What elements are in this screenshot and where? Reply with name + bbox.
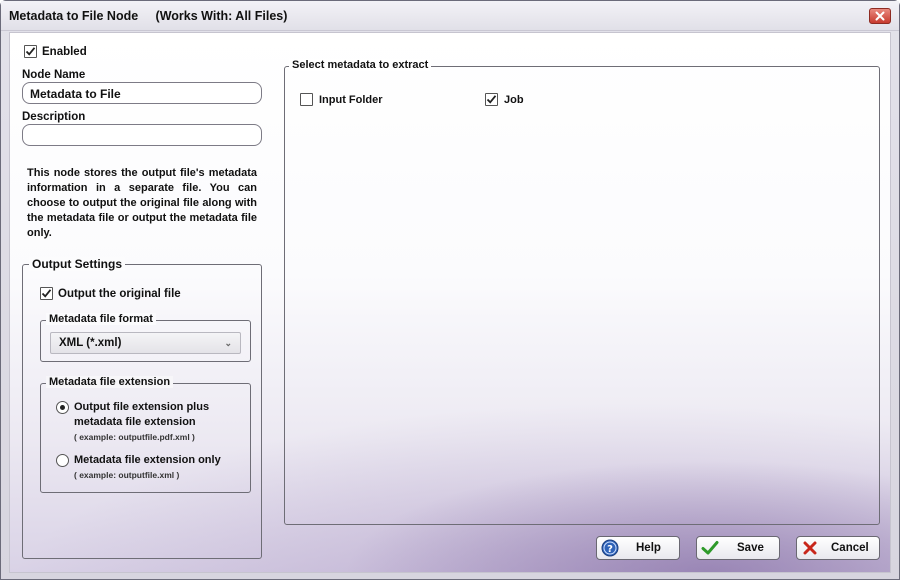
checkmark-icon	[25, 47, 36, 56]
dialog-window: Metadata to File Node (Works With: All F…	[0, 0, 900, 580]
ext-option-only-label: Metadata file extension only	[74, 454, 221, 466]
metadata-extension-group: Metadata file extension Output file exte…	[40, 376, 251, 493]
ext-option-plus-label-2: metadata file extension	[74, 416, 196, 428]
close-button[interactable]	[869, 8, 891, 24]
cancel-x-icon	[803, 541, 817, 555]
chevron-down-icon: ⌄	[224, 338, 232, 348]
help-button[interactable]: ? Help	[596, 536, 680, 560]
ext-option-plus-label-1: Output file extension plus	[74, 401, 210, 413]
cancel-button-label: Cancel	[831, 542, 869, 554]
checkmark-icon	[41, 289, 52, 298]
output-settings-legend: Output Settings	[29, 257, 125, 271]
input-folder-checkbox[interactable]	[300, 93, 313, 106]
description-label: Description	[22, 111, 86, 123]
job-checkbox[interactable]	[485, 93, 498, 106]
dialog-content: Enabled Node Name Metadata to File Descr…	[9, 32, 891, 573]
enabled-checkbox[interactable]	[24, 45, 37, 58]
metadata-extension-legend: Metadata file extension	[46, 376, 174, 388]
metadata-format-group: Metadata file format XML (*.xml) ⌄	[40, 313, 251, 362]
save-button-label: Save	[737, 542, 764, 554]
cancel-button[interactable]: Cancel	[796, 536, 880, 560]
window-title: Metadata to File Node (Works With: All F…	[9, 9, 288, 23]
job-label: Job	[504, 93, 524, 106]
metadata-format-select[interactable]: XML (*.xml) ⌄	[50, 332, 241, 354]
checkmark-icon	[701, 541, 719, 555]
ext-option-only-radio[interactable]	[56, 454, 69, 467]
select-metadata-legend: Select metadata to extract	[289, 59, 432, 71]
select-metadata-group: Select metadata to extract Input Folder …	[284, 59, 880, 525]
checkmark-icon	[486, 95, 497, 104]
output-original-row[interactable]: Output the original file	[40, 287, 181, 300]
close-icon	[875, 11, 885, 21]
job-row[interactable]: Job	[485, 93, 524, 106]
enabled-label: Enabled	[42, 45, 87, 58]
ext-option-plus-example: ( example: outputfile.pdf.xml )	[74, 432, 195, 442]
metadata-format-legend: Metadata file format	[46, 313, 156, 325]
help-button-label: Help	[636, 542, 661, 554]
node-name-input[interactable]: Metadata to File	[22, 82, 262, 104]
ext-option-only-example: ( example: outputfile.xml )	[74, 470, 180, 480]
description-input[interactable]	[22, 124, 262, 146]
ext-option-plus-radio[interactable]	[56, 401, 69, 414]
output-original-label: Output the original file	[58, 287, 181, 300]
node-name-label: Node Name	[22, 69, 86, 81]
output-original-checkbox[interactable]	[40, 287, 53, 300]
input-folder-label: Input Folder	[319, 93, 383, 106]
help-icon: ?	[601, 539, 619, 557]
metadata-format-value: XML (*.xml)	[59, 337, 122, 349]
node-description-text: This node stores the output file's metad…	[27, 167, 257, 239]
save-button[interactable]: Save	[696, 536, 780, 560]
title-bar: Metadata to File Node (Works With: All F…	[1, 1, 899, 31]
input-folder-row[interactable]: Input Folder	[300, 93, 383, 106]
svg-text:?: ?	[607, 544, 613, 555]
enabled-row[interactable]: Enabled	[24, 45, 87, 58]
output-settings-group: Output Settings Output the original file…	[22, 257, 262, 559]
